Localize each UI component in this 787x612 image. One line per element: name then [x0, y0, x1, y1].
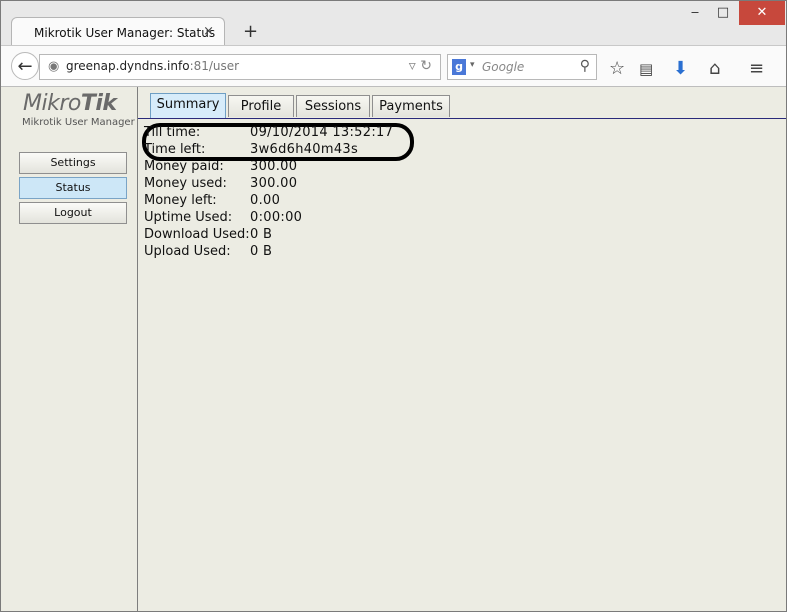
- row-value: 0:00:00: [250, 210, 303, 225]
- settings-button[interactable]: Settings: [19, 152, 127, 174]
- row-value: 0 B: [250, 244, 273, 259]
- browser-tab[interactable]: Mikrotik User Manager: Status ×: [11, 17, 225, 47]
- star-icon[interactable]: ☆: [609, 58, 625, 79]
- nav-bar: ← ◉ greenap.dyndns.info:81/user ▿ ↻ g ▾ …: [1, 45, 786, 87]
- tab-title: Mikrotik User Manager: Status: [34, 26, 216, 40]
- row-label: Download Used:: [144, 227, 250, 242]
- url-path: :81/user: [189, 59, 240, 73]
- row-value: 0.00: [250, 193, 281, 208]
- row-label: Money paid:: [144, 159, 224, 174]
- maximize-icon[interactable]: □: [709, 1, 737, 25]
- window-close-icon[interactable]: ✕: [739, 1, 785, 25]
- url-bar[interactable]: ◉ greenap.dyndns.info:81/user ▿ ↻: [39, 54, 441, 80]
- row-label: Uptime Used:: [144, 210, 233, 225]
- row-label: Upload Used:: [144, 244, 231, 259]
- sidebar: MikroTik Mikrotik User Manager Settings …: [1, 87, 138, 611]
- globe-icon: ◉: [48, 59, 60, 74]
- tab-sessions[interactable]: Sessions: [296, 95, 370, 117]
- page-content: MikroTik Mikrotik User Manager Settings …: [1, 87, 786, 611]
- dropdown-icon[interactable]: ▾: [470, 60, 475, 70]
- search-input[interactable]: g ▾ Google ⚲: [447, 54, 597, 80]
- title-bar: Mikrotik User Manager: Status × + ‒ □ ✕: [1, 1, 786, 47]
- row-value: 300.00: [250, 176, 298, 191]
- google-icon[interactable]: g: [452, 59, 466, 75]
- tab-summary[interactable]: Summary: [150, 93, 226, 119]
- reading-list-icon[interactable]: ▤: [639, 60, 653, 78]
- back-arrow-icon[interactable]: ←: [11, 52, 39, 80]
- url-host: greenap.dyndns.info: [66, 59, 190, 73]
- row-value: 0 B: [250, 227, 273, 242]
- row-value: 300.00: [250, 159, 298, 174]
- close-icon[interactable]: ×: [203, 24, 214, 39]
- row-label: Time left:: [144, 142, 206, 157]
- reload-icon[interactable]: ▿ ↻: [409, 58, 432, 74]
- menu-icon[interactable]: ≡: [749, 58, 764, 79]
- status-button[interactable]: Status: [19, 177, 127, 199]
- row-label: Money left:: [144, 193, 217, 208]
- logout-button[interactable]: Logout: [19, 202, 127, 224]
- row-label: Till time:: [144, 125, 201, 140]
- logo-light: Mikro: [23, 91, 81, 116]
- logo-bold: Tik: [80, 91, 117, 116]
- download-icon[interactable]: ⬇: [673, 58, 688, 79]
- row-label: Money used:: [144, 176, 227, 191]
- search-placeholder: Google: [482, 60, 525, 74]
- tab-payments[interactable]: Payments: [372, 95, 450, 117]
- url-text: greenap.dyndns.info:81/user: [66, 59, 239, 73]
- browser-window: Mikrotik User Manager: Status × + ‒ □ ✕ …: [0, 0, 787, 612]
- minimize-icon[interactable]: ‒: [681, 1, 709, 25]
- tab-underline: [138, 118, 786, 119]
- logo-subtitle: Mikrotik User Manager: [22, 117, 135, 128]
- row-value: 09/10/2014 13:52:17: [250, 125, 394, 140]
- new-tab-icon[interactable]: +: [243, 21, 258, 42]
- logo: MikroTik: [23, 91, 117, 116]
- row-value: 3w6d6h40m43s: [250, 142, 359, 157]
- search-icon[interactable]: ⚲: [580, 58, 590, 74]
- tab-profile[interactable]: Profile: [228, 95, 294, 117]
- home-icon[interactable]: ⌂: [709, 58, 720, 79]
- main-panel: Summary Profile Sessions Payments Money …: [138, 87, 786, 611]
